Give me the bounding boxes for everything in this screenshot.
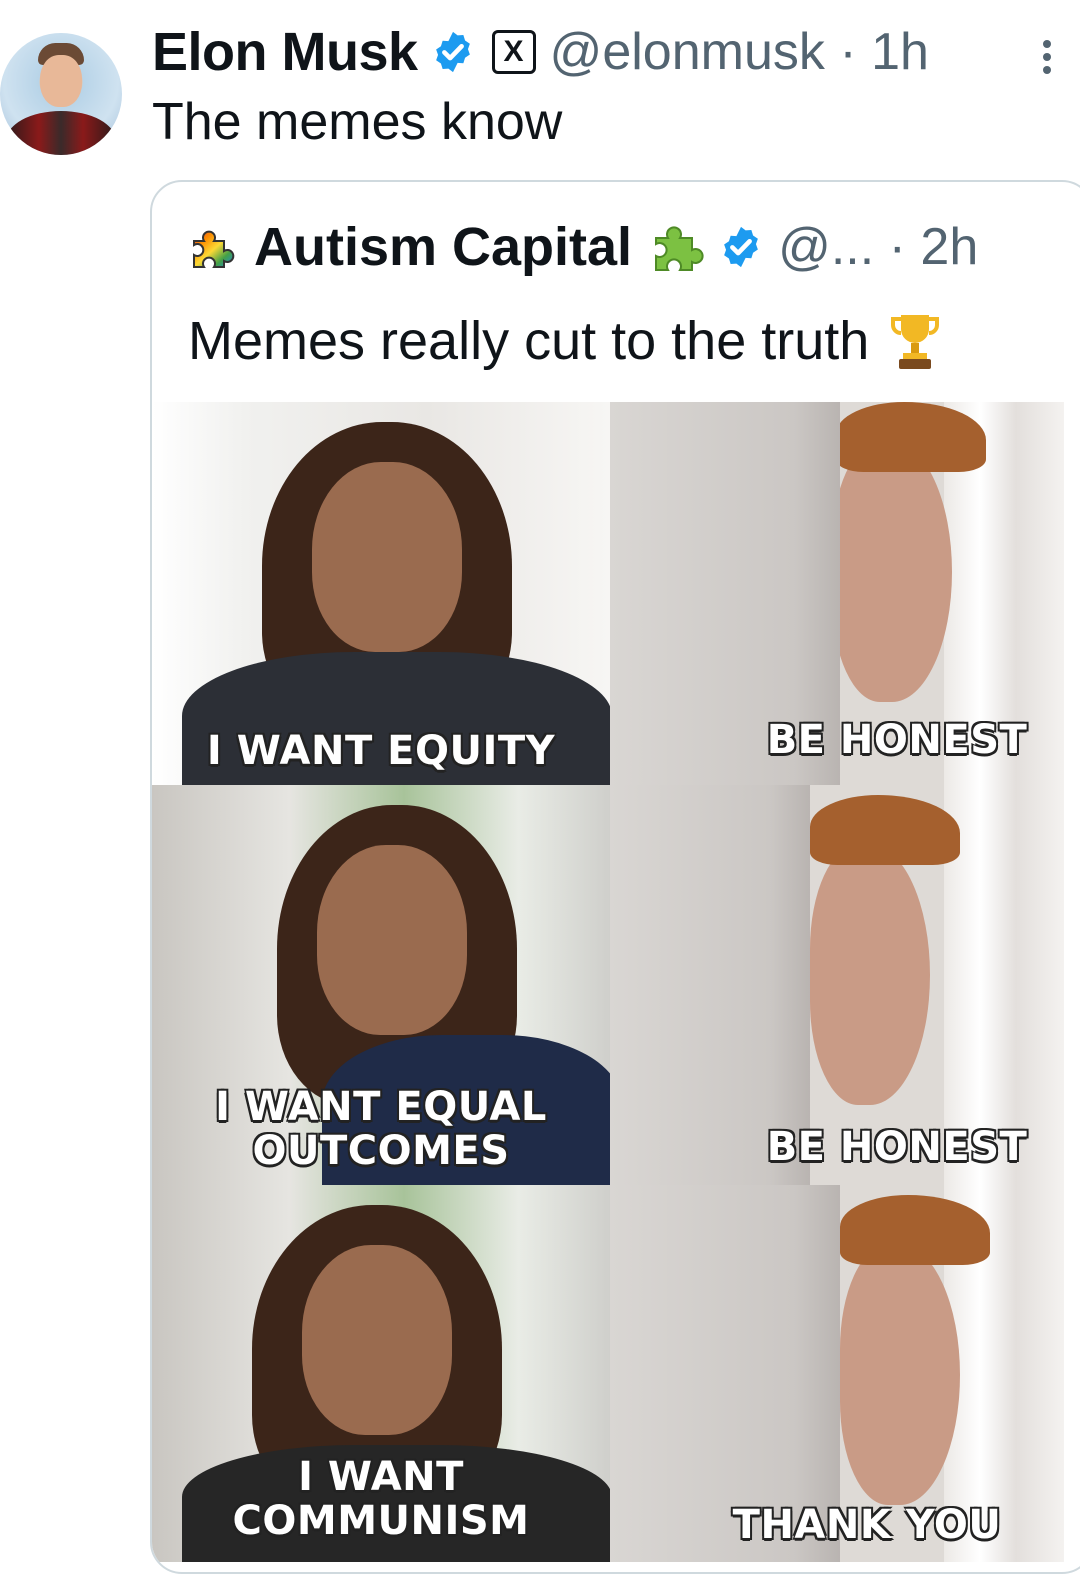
meme-panel-left-3: I WANT COMMUNISM <box>152 1185 610 1562</box>
meme-caption: BE HONEST <box>766 717 1028 763</box>
quoted-author-handle[interactable]: @... <box>778 218 874 276</box>
autism-capital-logo-icon <box>193 230 235 268</box>
meme-panel-left-2: I WANT EQUAL OUTCOMES <box>152 785 610 1185</box>
meme-caption: I WANT EQUAL OUTCOMES <box>152 1085 610 1173</box>
author-handle[interactable]: @elonmusk <box>550 23 825 81</box>
avatar[interactable] <box>0 33 122 155</box>
author-name[interactable]: Elon Musk <box>152 21 418 83</box>
quoted-tweet-header: Autism Capital @... · 2h <box>188 216 978 278</box>
quoted-author-name[interactable]: Autism Capital <box>254 216 632 278</box>
meme-caption: I WANT EQUITY <box>152 729 610 773</box>
meme-panel-right-2: BE HONEST <box>610 785 1064 1185</box>
meme-panel-right-1: BE HONEST <box>610 402 1064 785</box>
trophy-icon <box>891 315 940 369</box>
meme-panel-left-1: I WANT EQUITY <box>152 402 610 785</box>
more-options-icon[interactable] <box>1040 40 1054 80</box>
time-separator: · <box>824 23 872 81</box>
puzzle-icon <box>655 226 704 271</box>
caption-line: I WANT <box>298 1454 464 1500</box>
meme-panel-right-3: THANK YOU <box>610 1185 1064 1562</box>
meme-caption: BE HONEST <box>766 1124 1028 1170</box>
quoted-tweet-time[interactable]: 2h <box>920 218 978 276</box>
caption-line: I WANT EQUITY <box>206 728 556 774</box>
caption-line: I WANT EQUAL <box>215 1084 547 1130</box>
meme-caption: THANK YOU <box>732 1502 1002 1548</box>
meme-caption: I WANT COMMUNISM <box>152 1455 610 1543</box>
tweet-header: Elon Musk X @elonmusk · 1h <box>152 20 929 84</box>
meme-image[interactable]: I WANT EQUITY I WANT EQUAL OUTCOMES I WA… <box>152 402 1064 1562</box>
tweet-time[interactable]: 1h <box>871 23 929 81</box>
x-logo-icon: X <box>491 30 536 74</box>
quoted-tweet[interactable]: Autism Capital @... · 2h Memes really cu… <box>150 180 1080 1574</box>
verified-badge-icon <box>724 226 758 268</box>
tweet-text: The memes know <box>152 93 563 151</box>
caption-line: COMMUNISM <box>232 1498 530 1544</box>
quoted-text-content: Memes really cut to the truth <box>188 311 870 371</box>
time-separator: · <box>874 218 921 276</box>
verified-badge-icon <box>435 31 470 73</box>
caption-line: OUTCOMES <box>252 1128 510 1174</box>
quoted-tweet-text: Memes really cut to the truth <box>188 310 941 372</box>
